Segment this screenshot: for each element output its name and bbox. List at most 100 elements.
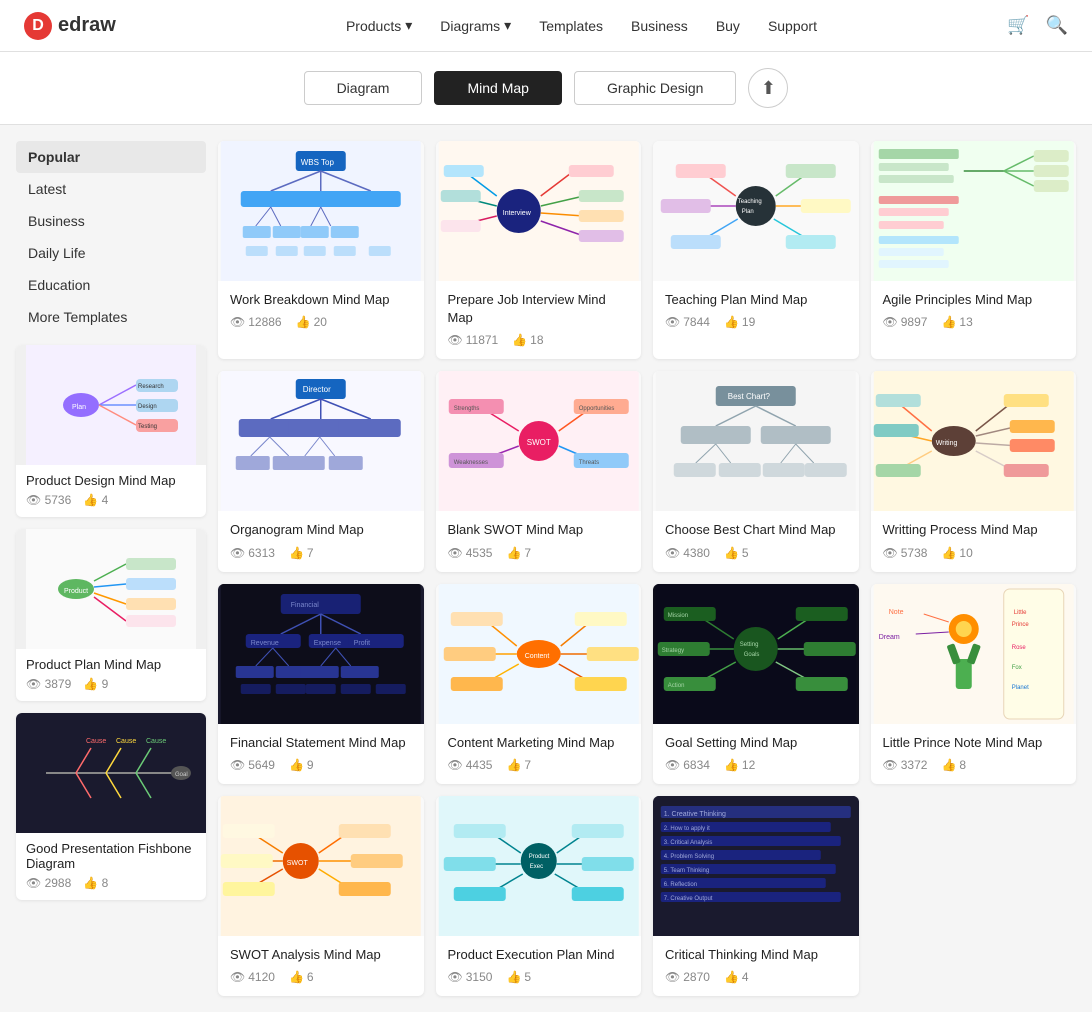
eye-icon-12: 👁	[230, 970, 245, 984]
svg-text:Financial: Financial	[291, 602, 319, 609]
like-icon-4: 👍	[289, 546, 304, 560]
card-title-4: Organogram Mind Map	[230, 521, 412, 539]
nav-support[interactable]: Support	[768, 17, 817, 34]
card-meta-7: 👁 5738 👍 10	[883, 546, 1065, 560]
card-title-0: Work Breakdown Mind Map	[230, 291, 412, 309]
card-info-3: Agile Principles Mind Map 👁 9897 👍 13	[871, 281, 1077, 341]
nav-products[interactable]: Products ▾	[346, 17, 412, 34]
nav-icon-group: 🛒 🔍	[1007, 15, 1068, 36]
svg-text:Cause: Cause	[86, 738, 106, 745]
card-meta-0: 👁 12886 👍 20	[230, 315, 412, 329]
card-11[interactable]: Note Dream Little Prince Rose Fox Planet…	[871, 584, 1077, 784]
card-10[interactable]: Setting Goals Mission Strategy	[653, 584, 859, 784]
card-meta-12: 👁 4120 👍 6	[230, 970, 412, 984]
svg-text:Teaching: Teaching	[738, 199, 762, 205]
nav-templates[interactable]: Templates	[539, 17, 603, 34]
side-card-thumb-0: Plan Research Design Testing	[16, 345, 206, 465]
card-title-10: Goal Setting Mind Map	[665, 734, 847, 752]
side-card-likes-2: 👍 8	[83, 876, 108, 890]
svg-text:5. Team Thinking: 5. Team Thinking	[664, 868, 709, 874]
card-views-6: 👁 4380	[665, 546, 710, 560]
card-info-8: Financial Statement Mind Map 👁 5649 👍 9	[218, 724, 424, 784]
sidebar-item-more[interactable]: More Templates	[16, 301, 206, 333]
tab-diagram[interactable]: Diagram	[304, 71, 423, 105]
card-thumb-7: Writing	[871, 371, 1077, 511]
like-icon-8: 👍	[289, 758, 304, 772]
card-likes-11: 👍 8	[941, 758, 966, 772]
card-views-8: 👁 5649	[230, 758, 275, 772]
tab-mindmap[interactable]: Mind Map	[434, 71, 561, 105]
card-info-10: Goal Setting Mind Map 👁 6834 👍 12	[653, 724, 859, 784]
side-card-likes-1: 👍 9	[83, 677, 108, 691]
card-thumb-11: Note Dream Little Prince Rose Fox Planet	[871, 584, 1077, 724]
card-info-12: SWOT Analysis Mind Map 👁 4120 👍 6	[218, 936, 424, 996]
eye-icon-5: 👁	[448, 546, 463, 560]
card-2[interactable]: Teaching Plan Teaching Plan	[653, 141, 859, 359]
sidebar-item-business[interactable]: Business	[16, 205, 206, 237]
card-info-1: Prepare Job Interview Mind Map 👁 11871 👍…	[436, 281, 642, 359]
cart-icon[interactable]: 🛒	[1007, 15, 1029, 36]
svg-text:Research: Research	[138, 384, 164, 390]
card-12[interactable]: SWOT SWOT Analysis Mind Map	[218, 796, 424, 996]
card-info-4: Organogram Mind Map 👁 6313 👍 7	[218, 511, 424, 571]
card-likes-7: 👍 10	[941, 546, 972, 560]
card-6[interactable]: Best Chart? Choose Best Chart Mind Ma	[653, 371, 859, 571]
card-title-9: Content Marketing Mind Map	[448, 734, 630, 752]
card-thumb-1: Interview	[436, 141, 642, 281]
sidebar-item-dailylife[interactable]: Daily Life	[16, 237, 206, 269]
svg-text:1. Creative Thinking: 1. Creative Thinking	[664, 811, 726, 818]
card-0[interactable]: WBS Top	[218, 141, 424, 359]
card-1[interactable]: Interview Prepa	[436, 141, 642, 359]
svg-text:Plan: Plan	[742, 209, 754, 215]
card-meta-9: 👁 4435 👍 7	[448, 758, 630, 772]
side-card-0[interactable]: Plan Research Design Testing Product Des…	[16, 345, 206, 517]
card-3[interactable]: Agile Principles Mind Map 👁 9897 👍 13	[871, 141, 1077, 359]
card-meta-5: 👁 4535 👍 7	[448, 546, 630, 560]
tab-graphic[interactable]: Graphic Design	[574, 71, 737, 105]
search-icon[interactable]: 🔍	[1046, 15, 1068, 36]
card-thumb-8: Financial Revenue Expense Profit	[218, 584, 424, 724]
card-14[interactable]: 1. Creative Thinking 2. How to apply it …	[653, 796, 859, 996]
logo[interactable]: D edraw	[24, 12, 116, 40]
eye-icon-9: 👁	[448, 758, 463, 772]
card-likes-0: 👍 20	[296, 315, 327, 329]
card-title-6: Choose Best Chart Mind Map	[665, 521, 847, 539]
card-13[interactable]: Product Exec Product Execut	[436, 796, 642, 996]
card-likes-14: 👍 4	[724, 970, 749, 984]
card-8[interactable]: Financial Revenue Expense Profit	[218, 584, 424, 784]
card-4[interactable]: Director Organo	[218, 371, 424, 571]
like-icon-5: 👍	[506, 546, 521, 560]
card-5[interactable]: SWOT Strengths Weaknesses Opportunities …	[436, 371, 642, 571]
nav-links: Products ▾ Diagrams ▾ Templates Business…	[156, 17, 1007, 34]
card-9[interactable]: Content Content Marketing Mind Map	[436, 584, 642, 784]
card-7[interactable]: Writing Writtin	[871, 371, 1077, 571]
sidebar-item-popular[interactable]: Popular	[16, 141, 206, 173]
svg-text:3. Critical Analysis: 3. Critical Analysis	[664, 840, 713, 846]
nav-diagrams[interactable]: Diagrams ▾	[440, 17, 511, 34]
sidebar-nav: Popular Latest Business Daily Life Educa…	[16, 141, 206, 333]
card-likes-2: 👍 19	[724, 315, 755, 329]
card-thumb-4: Director	[218, 371, 424, 511]
svg-text:Plan: Plan	[72, 404, 86, 411]
side-card-2[interactable]: Goal Cause Cause Cause Good Presentation…	[16, 713, 206, 900]
like-icon-7: 👍	[941, 546, 956, 560]
nav-buy[interactable]: Buy	[716, 17, 740, 34]
card-likes-4: 👍 7	[289, 546, 314, 560]
template-grid: WBS Top	[218, 141, 1076, 996]
svg-text:Director: Director	[303, 385, 331, 394]
sidebar-item-education[interactable]: Education	[16, 269, 206, 301]
card-info-9: Content Marketing Mind Map 👁 4435 👍 7	[436, 724, 642, 784]
card-meta-3: 👁 9897 👍 13	[883, 315, 1065, 329]
upload-button[interactable]: ⬆	[748, 68, 788, 108]
side-card-1[interactable]: Product Product Plan Mind Map 👁 3	[16, 529, 206, 701]
sidebar-item-latest[interactable]: Latest	[16, 173, 206, 205]
side-card-views-1: 👁 3879	[26, 677, 71, 691]
card-info-6: Choose Best Chart Mind Map 👁 4380 👍 5	[653, 511, 859, 571]
eye-icon-1: 👁	[448, 333, 463, 347]
card-meta-8: 👁 5649 👍 9	[230, 758, 412, 772]
card-views-10: 👁 6834	[665, 758, 710, 772]
like-icon-12: 👍	[289, 970, 304, 984]
card-views-13: 👁 3150	[448, 970, 493, 984]
nav-business[interactable]: Business	[631, 17, 688, 34]
svg-text:WBS Top: WBS Top	[301, 158, 335, 167]
